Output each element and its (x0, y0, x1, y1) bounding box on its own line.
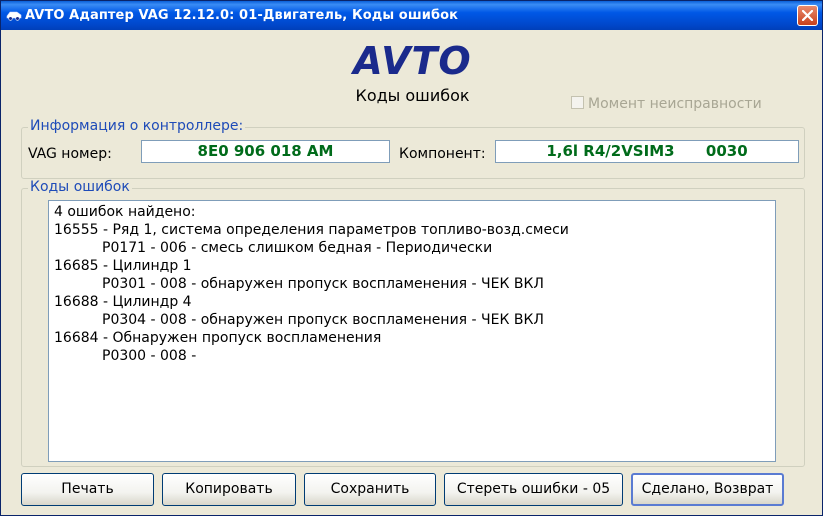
app-window: AVTO Адаптер VAG 12.12.0: 01-Двигатель, … (0, 0, 823, 516)
codes-line: 16685 - Цилиндр 1 (54, 258, 192, 274)
codes-line: 16684 - Обнаружен пропуск воспламенения (54, 330, 382, 346)
app-icon (6, 11, 22, 21)
clear-errors-button[interactable]: Стереть ошибки - 05 (444, 473, 623, 506)
fault-moment-label: Момент неисправности (588, 96, 762, 112)
fault-codes-legend: Коды ошибок (28, 179, 132, 195)
codes-line: P0304 - 008 - обнаружен пропуск воспламе… (102, 312, 544, 328)
vag-number-field[interactable]: 8E0 906 018 AM (141, 140, 390, 163)
fault-moment-checkbox[interactable]: Момент неисправности (571, 96, 762, 112)
done-return-button[interactable]: Сделано, Возврат (631, 473, 784, 506)
fault-codes-textarea[interactable]: 4 ошибок найдено: 16555 - Ряд 1, система… (48, 200, 776, 462)
checkbox-box[interactable] (571, 96, 584, 109)
codes-line: 4 ошибок найдено: (54, 204, 196, 220)
copy-button[interactable]: Копировать (162, 473, 296, 506)
print-button[interactable]: Печать (21, 473, 154, 506)
component-field[interactable]: 1,6l R4/2VSIM3 0030 (495, 140, 799, 163)
close-button[interactable] (797, 5, 818, 26)
codes-line: P0171 - 006 - смесь слишком бедная - Пер… (102, 240, 493, 256)
save-button[interactable]: Сохранить (304, 473, 436, 506)
close-icon (802, 10, 813, 21)
component-label: Компонент: (399, 146, 486, 162)
codes-line: 16688 - Цилиндр 4 (54, 294, 192, 310)
controller-info-legend: Информация о контроллере: (28, 118, 246, 134)
codes-line: P0300 - 008 - (102, 348, 197, 364)
window-title: AVTO Адаптер VAG 12.12.0: 01-Двигатель, … (25, 8, 459, 23)
avto-logo: AVTO (353, 39, 472, 83)
codes-line: P0301 - 008 - обнаружен пропуск воспламе… (102, 276, 544, 292)
codes-line: 16555 - Ряд 1, система определения парам… (54, 222, 569, 238)
vag-number-label: VAG номер: (28, 146, 112, 162)
title-bar[interactable]: AVTO Адаптер VAG 12.12.0: 01-Двигатель, … (1, 1, 822, 30)
